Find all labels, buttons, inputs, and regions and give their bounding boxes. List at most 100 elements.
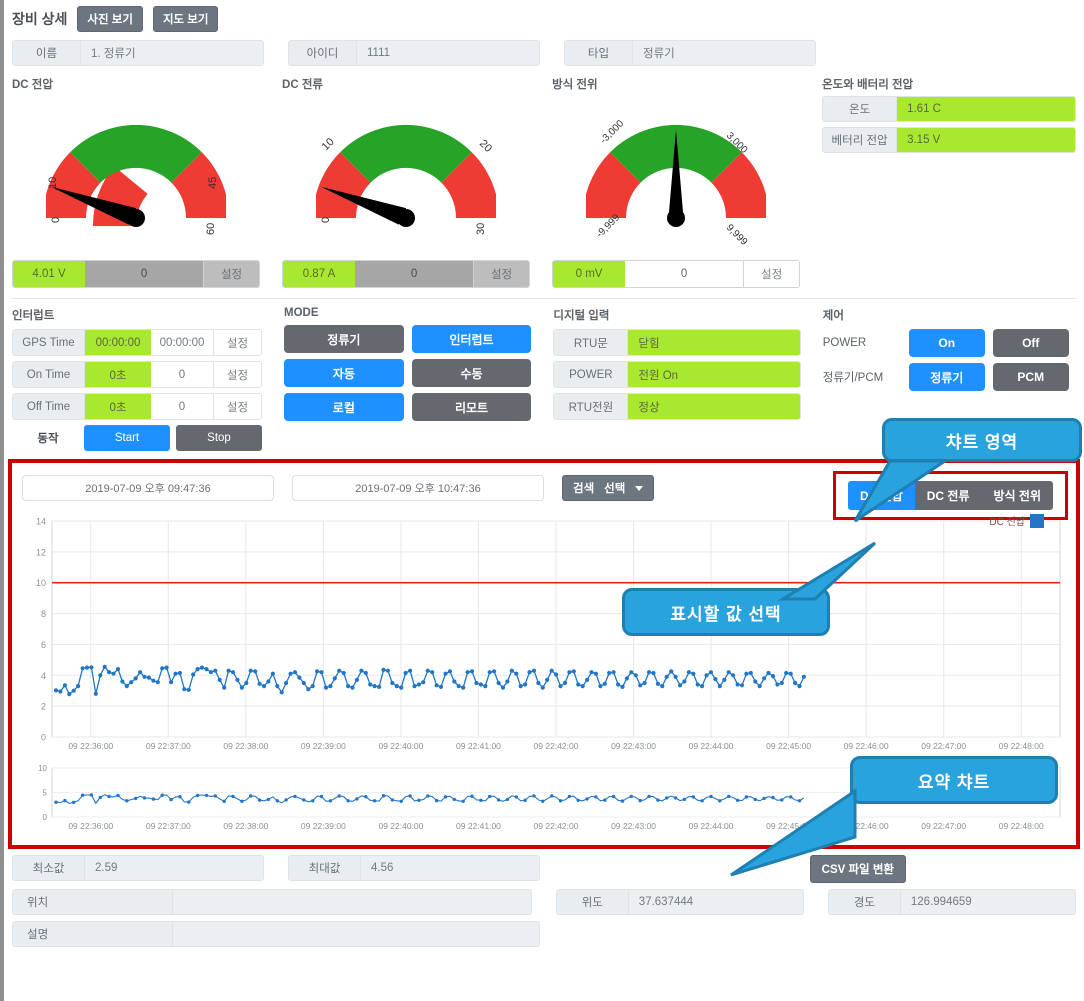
field-name-value[interactable]: 1. 정류기 (81, 41, 263, 65)
off-time-label: Off Time (13, 394, 85, 419)
latitude-value[interactable]: 37.637444 (628, 890, 803, 914)
field-type-value[interactable]: 정류기 (633, 41, 815, 65)
pcm-button[interactable]: PCM (992, 363, 1069, 391)
view-map-button[interactable]: 지도 보기 (152, 6, 219, 32)
power-on-button[interactable]: On (908, 329, 985, 357)
battery-voltage-value: 3.15 V (897, 128, 1076, 152)
gauge1-tick-2: 45 (207, 177, 219, 189)
field-type-label: 타입 (565, 41, 633, 65)
on-time-input[interactable]: 0 (151, 362, 213, 387)
svg-text:6: 6 (41, 640, 46, 650)
callout-summary-chart-text: 요약 챠트 (917, 772, 991, 792)
dc-current-meter-row: 0.87 A 0 설정 (282, 260, 531, 288)
svg-text:09 22:42:00: 09 22:42:00 (534, 741, 579, 751)
dc-current-value: 0.87 A (283, 261, 356, 287)
gps-time-input[interactable]: 00:00:00 (151, 330, 213, 355)
gauge-protection-potential-svg: -9,999 -3,000 3,000 9,999 (586, 118, 767, 246)
gauge-dc-voltage-svg: 0 10 45 60 (46, 124, 227, 235)
description-label: 설명 (13, 922, 173, 946)
temperature-panel-title: 온도와 배터리 전압 (822, 79, 914, 91)
off-time-current: 0초 (85, 394, 151, 419)
mode-title: MODE (284, 307, 319, 319)
gauge-panels: DC 전압 0 10 45 60 4.01 V 0 설정 DC 전류 0 10 … (4, 72, 1084, 288)
gps-time-label: GPS Time (13, 330, 85, 355)
control-power-label: POWER (822, 337, 867, 349)
control-rectifier-pcm-label: 정류기/PCM (822, 372, 884, 384)
svg-text:09 22:38:00: 09 22:38:00 (223, 821, 268, 831)
control-title: 제어 (822, 310, 844, 322)
mode-button-rectifier[interactable]: 정류기 (284, 325, 404, 353)
bottom-row-description: 설명 (12, 921, 1076, 947)
start-date-input[interactable]: 2019-07-09 오후 09:47:36 (22, 475, 274, 501)
field-max-value: 최대값 4.56 (288, 855, 540, 881)
mode-section: MODE 정류기 인터럽트 자동 수동 로컬 리모트 (284, 305, 532, 421)
mode-button-manual[interactable]: 수동 (411, 359, 532, 387)
gps-time-set-button[interactable]: 설정 (213, 330, 261, 355)
series-button-protection-potential[interactable]: 방식 전위 (981, 481, 1053, 510)
callout-value-selector-text: 표시할 값 선택 (670, 604, 782, 624)
on-time-label: On Time (13, 362, 85, 387)
location-value[interactable] (173, 890, 531, 914)
off-time-set-button[interactable]: 설정 (213, 394, 261, 419)
svg-text:09 22:48:00: 09 22:48:00 (999, 741, 1044, 751)
rectifier-button[interactable]: 정류기 (908, 363, 985, 391)
dc-current-set-button[interactable]: 설정 (473, 261, 530, 287)
select-label: 선택 (604, 483, 626, 495)
field-id-value[interactable]: 1111 (357, 41, 539, 65)
field-id-label: 아이디 (289, 41, 357, 65)
svg-text:09 22:44:00: 09 22:44:00 (689, 741, 734, 751)
gauge1-tick-0: 0 (50, 217, 62, 223)
field-latitude: 위도 37.637444 (555, 889, 804, 915)
panel-dc-voltage-title: DC 전압 (12, 79, 53, 91)
longitude-value[interactable]: 126.994659 (900, 890, 1075, 914)
battery-voltage-label: 베터리 전압 (823, 128, 898, 152)
latitude-label: 위도 (556, 890, 629, 914)
mode-button-remote[interactable]: 리모트 (411, 393, 532, 421)
temperature-value: 1.61 C (897, 97, 1076, 121)
svg-text:09 22:41:00: 09 22:41:00 (456, 741, 501, 751)
panel-protection-potential: 방식 전위 -9,999 -3,000 3,000 9,999 0 mV 0 설… (552, 74, 801, 288)
search-dropdown-button[interactable]: 검색 선택 (562, 475, 655, 501)
dc-current-setpoint[interactable]: 0 (355, 261, 474, 287)
battery-voltage-row: 베터리 전압 3.15 V (822, 127, 1077, 153)
mode-button-interrupt[interactable]: 인터럽트 (411, 325, 532, 353)
callout-summary-chart-tail (730, 788, 857, 877)
dc-voltage-setpoint[interactable]: 0 (85, 261, 204, 287)
action-label: 동작 (37, 433, 59, 445)
top-field-row: 이름 1. 정류기 아이디 1111 타입 정류기 (4, 36, 1084, 72)
gauge-protection-potential: -9,999 -3,000 3,000 9,999 (552, 96, 800, 246)
svg-text:09 22:47:00: 09 22:47:00 (921, 741, 966, 751)
location-label: 위치 (13, 890, 173, 914)
view-photo-button[interactable]: 사진 보기 (77, 6, 143, 32)
svg-text:09 22:44:00: 09 22:44:00 (689, 821, 734, 831)
stop-button[interactable]: Stop (176, 425, 262, 451)
interrupt-row-on-time: On Time 0초 0 설정 (12, 361, 262, 388)
power-off-button[interactable]: Off (992, 329, 1069, 357)
mode-button-auto[interactable]: 자동 (284, 359, 404, 387)
gauge2-tick-0: 0 (320, 217, 332, 223)
end-date-input[interactable]: 2019-07-09 오후 10:47:36 (292, 475, 544, 501)
svg-text:09 22:45:00: 09 22:45:00 (766, 741, 811, 751)
min-value-label: 최소값 (13, 856, 85, 880)
description-value[interactable] (173, 922, 539, 946)
svg-text:12: 12 (36, 547, 46, 557)
gauge2-tick-2: 20 (477, 138, 494, 155)
svg-text:0: 0 (43, 813, 48, 822)
protection-potential-setpoint[interactable]: 0 (625, 261, 744, 287)
dc-voltage-set-button[interactable]: 설정 (203, 261, 260, 287)
divider (12, 298, 1076, 299)
control-row-power: POWER On Off (823, 329, 1076, 357)
svg-text:5: 5 (43, 789, 48, 798)
mode-button-local[interactable]: 로컬 (284, 393, 404, 421)
svg-text:10: 10 (36, 578, 46, 588)
protection-potential-set-button[interactable]: 설정 (743, 261, 800, 287)
digital-row-rtu-power: RTU전원 정상 (553, 393, 801, 420)
start-button[interactable]: Start (84, 425, 170, 451)
off-time-input[interactable]: 0 (151, 394, 213, 419)
main-chart-svg[interactable]: 0 2 4 6 8 10 12 14 09 22:36:00 09 22:37:00 09 22:3… (20, 509, 1072, 759)
on-time-set-button[interactable]: 설정 (213, 362, 261, 387)
page-header: 장비 상세 사진 보기 지도 보기 (4, 0, 1084, 36)
svg-text:09 22:39:00: 09 22:39:00 (301, 741, 346, 751)
callout-value-selector-tail (777, 541, 877, 601)
svg-text:14: 14 (36, 517, 46, 527)
